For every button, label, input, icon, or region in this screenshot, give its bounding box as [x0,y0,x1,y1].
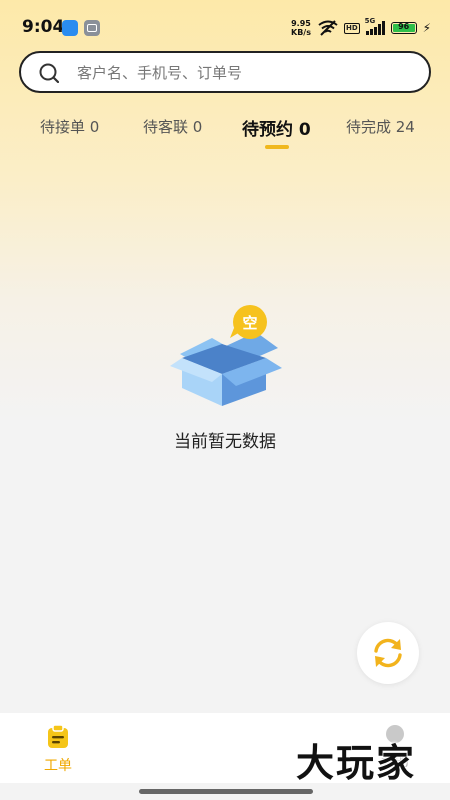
network-speed-unit: KB/s [291,28,311,37]
network-speed-value: 9.95 [291,19,311,28]
tab-pending-appointment[interactable]: 待预约 0 [242,115,311,140]
network-speed: 9.95 KB/s [291,19,311,37]
status-bar: 9:04 9.95 KB/s HD 5G 96 ⚡ [0,0,450,44]
nav-item-work-orders[interactable]: 工单 [36,724,80,775]
search-input[interactable] [75,61,419,85]
search-bar[interactable] [19,51,431,93]
battery-icon: 96 [390,22,417,34]
hd-badge: HD [344,22,360,34]
charging-icon: ⚡ [422,21,432,35]
active-tab-indicator [265,145,289,149]
tab-pending-contact[interactable]: 待客联 0 [143,116,202,137]
clipboard-icon [48,724,68,748]
tab-pending-complete[interactable]: 待完成 24 [346,116,415,137]
tab-pending-accept[interactable]: 待接单 0 [40,116,99,137]
refresh-icon [374,638,402,668]
shopping-app-icon [62,20,78,36]
network-type: 5G [364,17,376,25]
empty-box-illustration: 空 [170,305,282,406]
status-tabs: 待接单 0 待客联 0 待预约 0 待完成 24 [0,116,450,156]
refresh-button[interactable] [357,622,419,684]
search-icon [39,63,59,83]
nav-label-work-orders: 工单 [44,758,72,774]
battery-level: 96 [398,22,410,31]
home-indicator[interactable] [139,789,313,794]
watermark-text: 大玩家 [296,741,417,785]
signal-icon: 5G [365,17,385,35]
status-time: 9:04 [22,17,65,37]
gallery-app-icon [84,20,100,36]
wifi-off-icon [318,20,338,36]
empty-state-message: 当前暂无数据 [174,432,276,452]
empty-badge-text: 空 [242,314,257,332]
